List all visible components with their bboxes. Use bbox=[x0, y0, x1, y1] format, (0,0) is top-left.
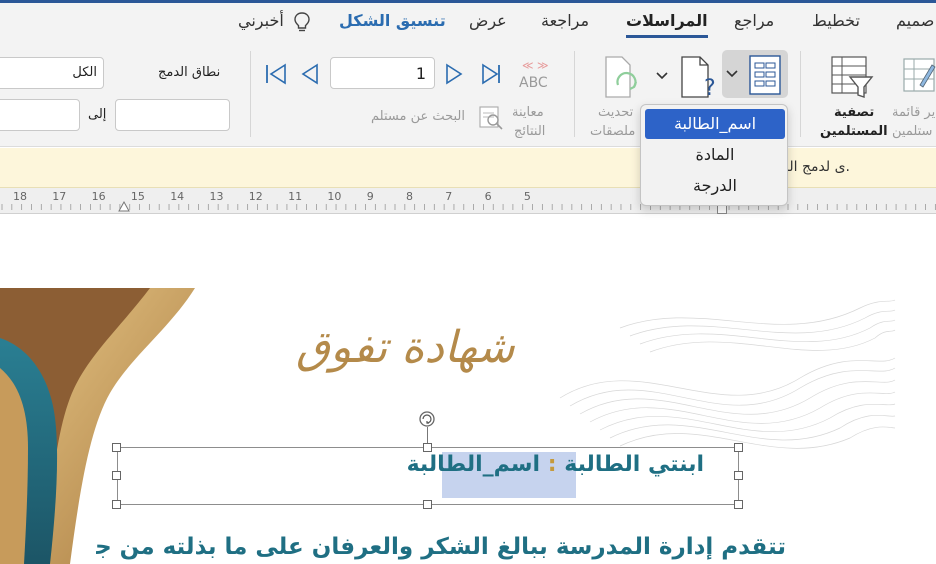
menu-item-student-name[interactable]: اسم_الطالبة bbox=[645, 109, 785, 139]
first-record-icon[interactable] bbox=[264, 63, 288, 85]
tab-mailings[interactable]: المراسلات bbox=[626, 11, 708, 38]
rotate-handle-icon[interactable] bbox=[418, 410, 436, 428]
tell-me-label: أخبرني bbox=[238, 11, 284, 30]
ruler-number: 14 bbox=[170, 190, 184, 203]
merge-range-select[interactable]: الكل bbox=[0, 57, 104, 89]
edit-recipient-list-icon bbox=[903, 58, 936, 92]
chevron-down-icon[interactable] bbox=[726, 69, 738, 79]
tab-tell-me[interactable]: أخبرني bbox=[238, 11, 310, 32]
last-record-icon[interactable] bbox=[480, 63, 502, 85]
rules-document-icon[interactable]: ? bbox=[678, 55, 718, 99]
message-bar: ى لدمج البريد. bbox=[0, 148, 936, 188]
lightbulb-icon bbox=[294, 12, 310, 32]
tab-layout[interactable]: تخطيط bbox=[812, 11, 860, 30]
find-recipient-icon bbox=[479, 106, 503, 130]
mailings-ribbon: ير قائمة ستلمين تصفية المستلمين ? تحديث … bbox=[0, 41, 936, 147]
resize-handle[interactable] bbox=[734, 471, 743, 480]
resize-handle[interactable] bbox=[734, 443, 743, 452]
update-labels-label[interactable]: تحديث bbox=[598, 105, 633, 120]
ruler-number: 9 bbox=[367, 190, 374, 203]
record-number-value: 1 bbox=[415, 64, 426, 83]
edit-recipients-label[interactable]: ير قائمة bbox=[892, 105, 935, 120]
edit-recipients-label-2: ستلمين bbox=[892, 124, 933, 139]
ruler-number: 12 bbox=[249, 190, 263, 203]
tab-design[interactable]: صميم bbox=[896, 11, 934, 30]
ruler-number: 6 bbox=[485, 190, 492, 203]
svg-text:?: ? bbox=[704, 76, 716, 99]
resize-handle[interactable] bbox=[112, 471, 121, 480]
menu-item-grade[interactable]: الدرجة bbox=[645, 171, 785, 201]
record-number-field[interactable]: 1 bbox=[330, 57, 435, 89]
merge-range-value: الكل bbox=[72, 65, 97, 80]
svg-text:≪ ≫: ≪ ≫ bbox=[522, 59, 549, 72]
preview-results-label[interactable]: معاينة bbox=[512, 105, 544, 120]
tab-view[interactable]: عرض bbox=[469, 11, 507, 30]
word-window: صميم تخطيط مراجع المراسلات مراجعة عرض تن… bbox=[0, 0, 936, 564]
horizontal-ruler[interactable]: 18 17 16 15 14 13 12 11 10 9 8 7 6 5 bbox=[0, 188, 936, 214]
student-line-colon: : bbox=[547, 452, 557, 477]
student-name-merge-field[interactable]: اسم_الطالبة bbox=[407, 452, 541, 477]
ruler-number: 16 bbox=[92, 190, 106, 203]
ruler-number: 13 bbox=[210, 190, 224, 203]
tab-review[interactable]: مراجعة bbox=[541, 11, 589, 30]
group-separator bbox=[250, 51, 251, 137]
merge-range-to-field[interactable] bbox=[0, 99, 80, 131]
ruler-number: 17 bbox=[52, 190, 66, 203]
update-labels-label-2: ملصقات bbox=[590, 124, 636, 139]
resize-handle[interactable] bbox=[112, 443, 121, 452]
certificate-title: شهادة تفوق bbox=[296, 322, 515, 373]
to-label: إلى bbox=[88, 107, 107, 122]
preview-results-label-2: النتائج bbox=[514, 124, 546, 139]
ruler-number: 11 bbox=[288, 190, 302, 203]
merge-range-label: نطاق الدمج bbox=[158, 65, 221, 80]
menu-item-subject[interactable]: المادة bbox=[645, 140, 785, 170]
tab-shape-format[interactable]: تنسيق الشكل bbox=[339, 11, 446, 30]
group-separator bbox=[574, 51, 575, 137]
appreciation-line: تتقدم إدارة المدرسة ببالغ الشكر والعرفان… bbox=[96, 534, 786, 560]
ruler-number: 8 bbox=[406, 190, 413, 203]
merge-field-menu: اسم_الطالبة المادة الدرجة bbox=[640, 104, 788, 206]
tab-references[interactable]: مراجع bbox=[734, 11, 774, 30]
group-separator bbox=[800, 51, 801, 137]
resize-handle[interactable] bbox=[112, 500, 121, 509]
filter-recipients-label-2: المستلمين bbox=[820, 124, 888, 139]
ruler-number: 5 bbox=[524, 190, 531, 203]
update-labels-icon bbox=[605, 56, 638, 98]
ruler-number: 18 bbox=[13, 190, 27, 203]
ruler-number: 10 bbox=[327, 190, 341, 203]
chevron-down-icon[interactable] bbox=[656, 71, 668, 81]
resize-handle[interactable] bbox=[423, 443, 432, 452]
merge-field-icon bbox=[749, 55, 781, 95]
document-page[interactable]: شهادة تفوق bbox=[0, 214, 936, 564]
indent-marker-icon[interactable] bbox=[118, 200, 130, 212]
ribbon-tabs: صميم تخطيط مراجع المراسلات مراجعة عرض تن… bbox=[0, 3, 936, 41]
ruler-ticks: 18 17 16 15 14 13 12 11 10 9 8 7 6 5 bbox=[1, 190, 936, 210]
student-line: ابنتي الطالبة : اسم_الطالبة bbox=[407, 452, 704, 477]
next-record-icon[interactable] bbox=[444, 63, 464, 85]
abc-label: ABC bbox=[519, 75, 548, 91]
merge-range-from-field[interactable] bbox=[115, 99, 230, 131]
resize-handle[interactable] bbox=[734, 500, 743, 509]
find-recipient-label[interactable]: البحث عن مستلم bbox=[371, 109, 465, 124]
filter-recipients-label[interactable]: تصفية bbox=[834, 105, 874, 120]
student-line-prefix: ابنتي الطالبة bbox=[564, 452, 704, 477]
previous-record-icon[interactable] bbox=[300, 63, 320, 85]
ruler-number: 15 bbox=[131, 190, 145, 203]
resize-handle[interactable] bbox=[423, 500, 432, 509]
ruler-number: 7 bbox=[445, 190, 452, 203]
filter-recipients-icon[interactable] bbox=[830, 55, 874, 99]
